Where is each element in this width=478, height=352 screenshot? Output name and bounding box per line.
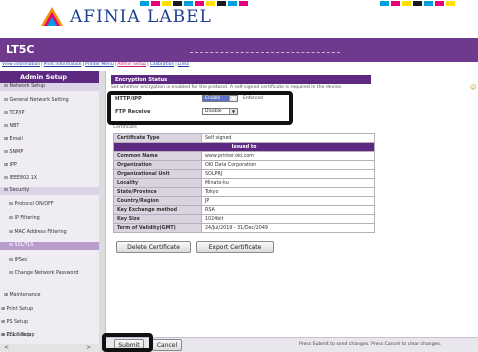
sidebar-item-color-setup[interactable]: ⊞ Color Setup bbox=[1, 333, 35, 338]
issued-to-label: Issued to bbox=[113, 142, 375, 152]
sidebar-item-general-network-setting[interactable]: ⊟ General Network Setting bbox=[4, 98, 69, 103]
table-row: Organizational Unit SOLPRJ bbox=[113, 169, 375, 179]
help-text: Set whether encryption is enabled for th… bbox=[111, 85, 343, 90]
cert-row-key: Key Size bbox=[113, 214, 202, 224]
sidebar-item-tcpip[interactable]: ⊟ TCP/IP bbox=[4, 111, 24, 116]
cert-row-value: OKI Data Corporation bbox=[201, 160, 375, 170]
table-row: Common Name www.printer.oki.com bbox=[113, 151, 375, 161]
sidebar-item-print-setup[interactable]: ⊞ Print Setup bbox=[1, 307, 33, 312]
sidebar: Admin Setup ⊟ Network Setup ⊟ General Ne… bbox=[0, 71, 106, 352]
issued-to-header: Issued to bbox=[113, 142, 375, 152]
cancel-button[interactable]: Cancel bbox=[152, 339, 182, 351]
callout-submit bbox=[102, 333, 153, 352]
cert-type-value: Self signed bbox=[201, 133, 375, 143]
cert-row-key: Organizational Unit bbox=[113, 169, 202, 179]
export-certificate-button[interactable]: Export Certificate bbox=[196, 241, 274, 253]
cert-row-key: Locality bbox=[113, 178, 202, 188]
logo-text: AFINIA LABEL bbox=[70, 7, 212, 27]
cert-row-value: RSA bbox=[201, 205, 375, 215]
cert-row-value: www.printer.oki.com bbox=[201, 151, 375, 161]
sidebar-item-ip-filtering[interactable]: ⊟ IP Filtering bbox=[9, 216, 40, 221]
cert-row-value: JP bbox=[201, 196, 375, 206]
sidebar-item-change-network-password[interactable]: ⊟ Change Network Password bbox=[9, 271, 97, 277]
scroll-left-arrow-icon[interactable]: < bbox=[4, 344, 9, 351]
sidebar-header: Admin Setup bbox=[0, 71, 105, 83]
cert-row-key: State/Province bbox=[113, 187, 202, 197]
cert-row-value: Minato-ku bbox=[201, 178, 375, 188]
callout-encryption-settings bbox=[107, 91, 293, 125]
bottom-instructions: Press Submit to send changes. Press Canc… bbox=[299, 342, 442, 347]
link-print-information[interactable]: Print Information bbox=[44, 62, 82, 67]
table-row: Key Size 1024bit bbox=[113, 214, 375, 224]
sidebar-item-maintenance[interactable]: ⊞ Maintenance bbox=[4, 293, 40, 298]
afinia-logo-icon bbox=[41, 7, 63, 26]
sidebar-item-protocol-onoff[interactable]: ⊟ Protocol ON/OFF bbox=[9, 202, 54, 207]
bottom-bar: Submit Cancel Press Submit to send chang… bbox=[106, 337, 478, 352]
cert-row-key: Common Name bbox=[113, 151, 202, 161]
cert-type-label: Certificate Type bbox=[113, 133, 202, 143]
title-divider bbox=[190, 52, 340, 53]
sidebar-item-ipp[interactable]: ⊞ IPP bbox=[4, 163, 17, 168]
smiley-help-icon: ☺ bbox=[470, 84, 477, 91]
scroll-right-arrow-icon[interactable]: > bbox=[86, 344, 91, 351]
delete-certificate-button[interactable]: Delete Certificate bbox=[116, 241, 191, 253]
table-row: Country/Region JP bbox=[113, 196, 375, 206]
table-row: Term of Validity(GMT) 24/Jul/2019 - 31/De… bbox=[113, 223, 375, 233]
link-printer-menu[interactable]: Printer Menu bbox=[85, 62, 114, 67]
link-calibration[interactable]: Calibration bbox=[150, 62, 174, 67]
color-strip bbox=[140, 1, 250, 6]
sidebar-item-nbt[interactable]: ⊟ NBT bbox=[4, 124, 19, 129]
section-title: Encryption Status bbox=[111, 75, 371, 84]
cert-row-value: SOLPRJ bbox=[201, 169, 375, 179]
certificate-subheading: Certificate bbox=[113, 125, 137, 130]
cert-row-value: Tokyo bbox=[201, 187, 375, 197]
table-row: Locality Minato-ku bbox=[113, 178, 375, 188]
title-bar: LT5C bbox=[0, 38, 478, 62]
table-row: Organization OKI Data Corporation bbox=[113, 160, 375, 170]
top-nav-links: View information|Print Information|Print… bbox=[2, 62, 190, 67]
link-admin-setup[interactable]: Admin Setup bbox=[117, 62, 146, 67]
cert-row-key: Organization bbox=[113, 160, 202, 170]
page-title: LT5C bbox=[6, 43, 35, 56]
color-strip-right bbox=[380, 1, 457, 6]
table-row: Certificate Type Self signed bbox=[113, 133, 375, 143]
cert-row-key: Country/Region bbox=[113, 196, 202, 206]
sidebar-item-ieee8021x[interactable]: ⊟ IEEE802.1X bbox=[4, 176, 37, 181]
table-row: State/Province Tokyo bbox=[113, 187, 375, 197]
sidebar-item-ssl-tls[interactable]: ⊟ SSL/TLS bbox=[0, 242, 100, 250]
cert-row-value: 1024bit bbox=[201, 214, 375, 224]
sidebar-item-snmp[interactable]: ⊟ SNMP bbox=[4, 150, 23, 155]
link-view-information[interactable]: View information bbox=[2, 62, 40, 67]
sidebar-vertical-scrollbar[interactable] bbox=[99, 71, 105, 352]
sidebar-item-ipsec[interactable]: ⊟ IPSec bbox=[9, 258, 28, 263]
sidebar-item-security[interactable]: ⊟ Security bbox=[0, 187, 100, 195]
cert-row-key: Term of Validity(GMT) bbox=[113, 223, 202, 233]
sidebar-horizontal-scrollbar[interactable]: < > bbox=[0, 344, 100, 352]
sidebar-item-email[interactable]: ⊞ Email bbox=[4, 137, 23, 142]
sidebar-item-ps-setup[interactable]: ⊞ PS Setup bbox=[1, 320, 28, 325]
cert-row-key: Key Exchange method bbox=[113, 205, 202, 215]
certificate-table: Certificate Type Self signed Issued to C… bbox=[113, 133, 375, 233]
brand-header: AFINIA LABEL bbox=[0, 0, 478, 38]
sidebar-item-mac-address-filtering[interactable]: ⊟ MAC Address Filtering bbox=[9, 230, 67, 235]
cert-row-value: 24/Jul/2019 - 31/Dec/2049 bbox=[201, 223, 375, 233]
table-row: Key Exchange method RSA bbox=[113, 205, 375, 215]
sidebar-item-network-setup[interactable]: ⊟ Network Setup bbox=[0, 83, 100, 91]
link-links[interactable]: Links bbox=[178, 62, 190, 67]
